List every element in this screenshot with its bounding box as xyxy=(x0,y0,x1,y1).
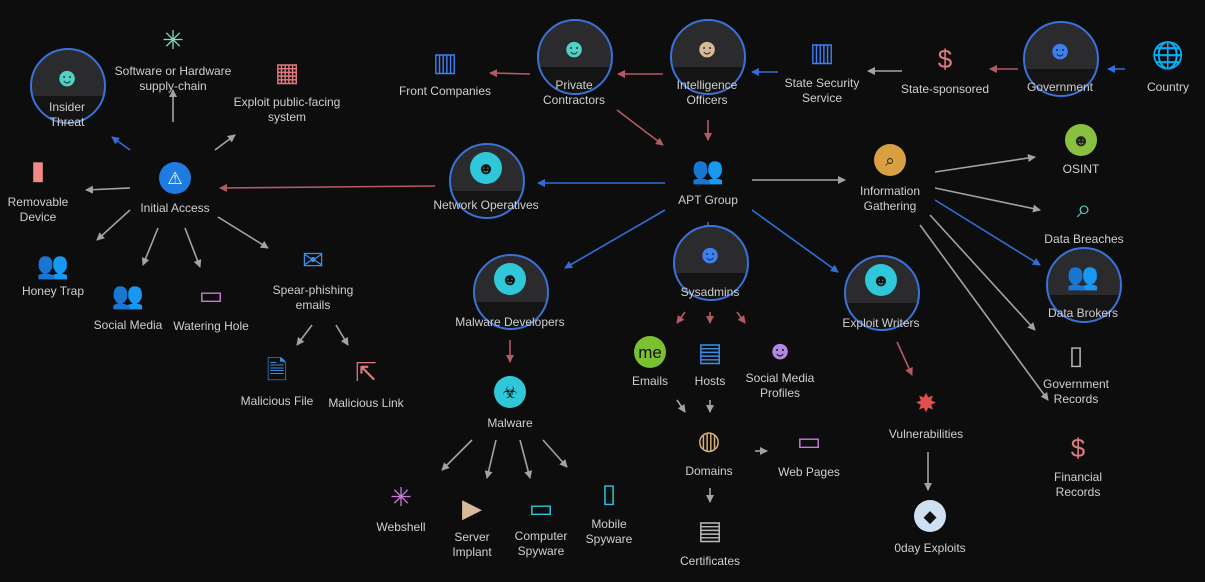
circuit-icon: ▦ xyxy=(274,57,300,87)
node-label: Malicious Link xyxy=(328,396,404,410)
node-label: Financial Records xyxy=(1053,470,1103,499)
envelope-icon: ✉ xyxy=(302,245,324,275)
spy-icon: ☻ xyxy=(1065,124,1097,156)
edge-arrow xyxy=(489,69,531,78)
www-monitor-icon: ▭ xyxy=(796,426,822,456)
boot-icon: ◆ xyxy=(914,500,946,532)
network-hub-icon: ✳ xyxy=(162,25,184,55)
node-label: Certificates xyxy=(679,554,741,568)
node-label: Sysadmins xyxy=(680,285,740,299)
node-label: Exploit public-facing system xyxy=(233,95,341,124)
spy-hat-icon: ☻ xyxy=(560,33,588,63)
edge-arrow xyxy=(219,183,436,192)
money-stack-icon: $ xyxy=(1070,433,1086,463)
phone-icon: ▯ xyxy=(601,478,617,508)
bug-icon: ✸ xyxy=(915,388,937,418)
edge-arrow xyxy=(441,439,473,471)
edge-arrow xyxy=(676,311,686,324)
node-label: Network Operatives xyxy=(433,198,539,212)
edge-arrow xyxy=(217,216,269,249)
user-icon: ☻ xyxy=(696,239,724,269)
node-label: Data Breaches xyxy=(1044,232,1124,246)
node-label: Software or Hardware supply-chain xyxy=(114,64,232,93)
node-label: Watering Hole xyxy=(173,319,249,333)
anonymous-mask-icon: ☻ xyxy=(53,62,81,92)
node-label: Data Brokers xyxy=(1047,306,1119,320)
node-label: Insider Threat xyxy=(48,100,86,129)
node-label: Country xyxy=(1146,80,1190,94)
edge-arrow xyxy=(751,209,839,273)
edge-arrow xyxy=(184,227,202,268)
edge-arrow xyxy=(484,439,497,479)
officer-icon: ☻ xyxy=(693,33,721,63)
node-label: Malware Developers xyxy=(455,315,565,329)
edge-arrow xyxy=(896,341,913,376)
globe-icon: 🌐 xyxy=(1151,40,1185,70)
network-card-icon: ▤ xyxy=(697,337,723,367)
node-label: Government Records xyxy=(1042,377,1110,406)
edge-arrow xyxy=(214,134,236,151)
group-icon: 👥 xyxy=(111,280,145,310)
node-label: Mobile Spyware xyxy=(585,517,633,546)
certificate-icon: ▤ xyxy=(697,515,723,545)
edge-arrow xyxy=(542,439,568,468)
link-cursor-icon: ⇱ xyxy=(355,357,377,387)
node-label: Malware xyxy=(487,416,533,430)
magnifier-icon: ⌕ xyxy=(874,144,906,176)
group-icon: 👥 xyxy=(1066,261,1100,291)
node-label: OSINT xyxy=(1062,162,1100,176)
node-label: Initial Access xyxy=(140,201,210,215)
biohazard-icon: ☣ xyxy=(494,376,526,408)
money-stack-icon: $ xyxy=(937,44,953,74)
terminal-icon: ▶ xyxy=(462,493,482,523)
edge-arrow xyxy=(85,185,131,194)
group-icon: 👥 xyxy=(691,155,725,185)
globe-network-icon: ◍ xyxy=(697,425,721,455)
edge-arrow xyxy=(519,439,533,479)
me-at-icon: me xyxy=(634,336,666,368)
node-label: Spear-phishing emails xyxy=(272,283,354,312)
usb-remote-icon: ▮ xyxy=(30,155,46,185)
user-icon: ☻ xyxy=(766,335,794,365)
edge-arrow xyxy=(616,109,664,146)
node-label: Exploit Writers xyxy=(842,316,920,330)
podium-speaker-icon: ☻ xyxy=(1046,35,1074,65)
edge-arrow xyxy=(296,324,313,346)
file-globe-icon: 🗎 xyxy=(266,355,288,385)
building-icon: ▥ xyxy=(432,47,458,77)
id-search-icon: ⌕ xyxy=(1076,193,1092,223)
molecule-icon: ✳ xyxy=(390,482,412,512)
passport-icon: ▯ xyxy=(1068,340,1084,370)
node-label: Information Gathering xyxy=(859,184,921,213)
node-label: Web Pages xyxy=(778,465,840,479)
edge-arrow xyxy=(736,311,746,324)
hacker-icon: ☻ xyxy=(494,263,526,295)
node-label: Social Media Profiles xyxy=(745,371,815,400)
hacker-icon: ☻ xyxy=(865,264,897,296)
edge-arrow xyxy=(111,136,131,151)
edge-arrow xyxy=(564,209,666,269)
edge-arrow xyxy=(676,399,686,413)
node-label: Vulnerabilities xyxy=(888,427,964,441)
www-monitor-icon: ▭ xyxy=(198,280,224,310)
node-label: 0day Exploits xyxy=(894,541,966,555)
warning-icon: ⚠ xyxy=(159,162,191,194)
building-icon: ▥ xyxy=(809,37,835,67)
node-label: APT Group xyxy=(678,193,738,207)
people-chat-icon: 👥 xyxy=(36,250,70,280)
hacker-icon: ☻ xyxy=(470,152,502,184)
edge-arrow xyxy=(141,227,159,266)
edge-arrow xyxy=(335,324,349,346)
